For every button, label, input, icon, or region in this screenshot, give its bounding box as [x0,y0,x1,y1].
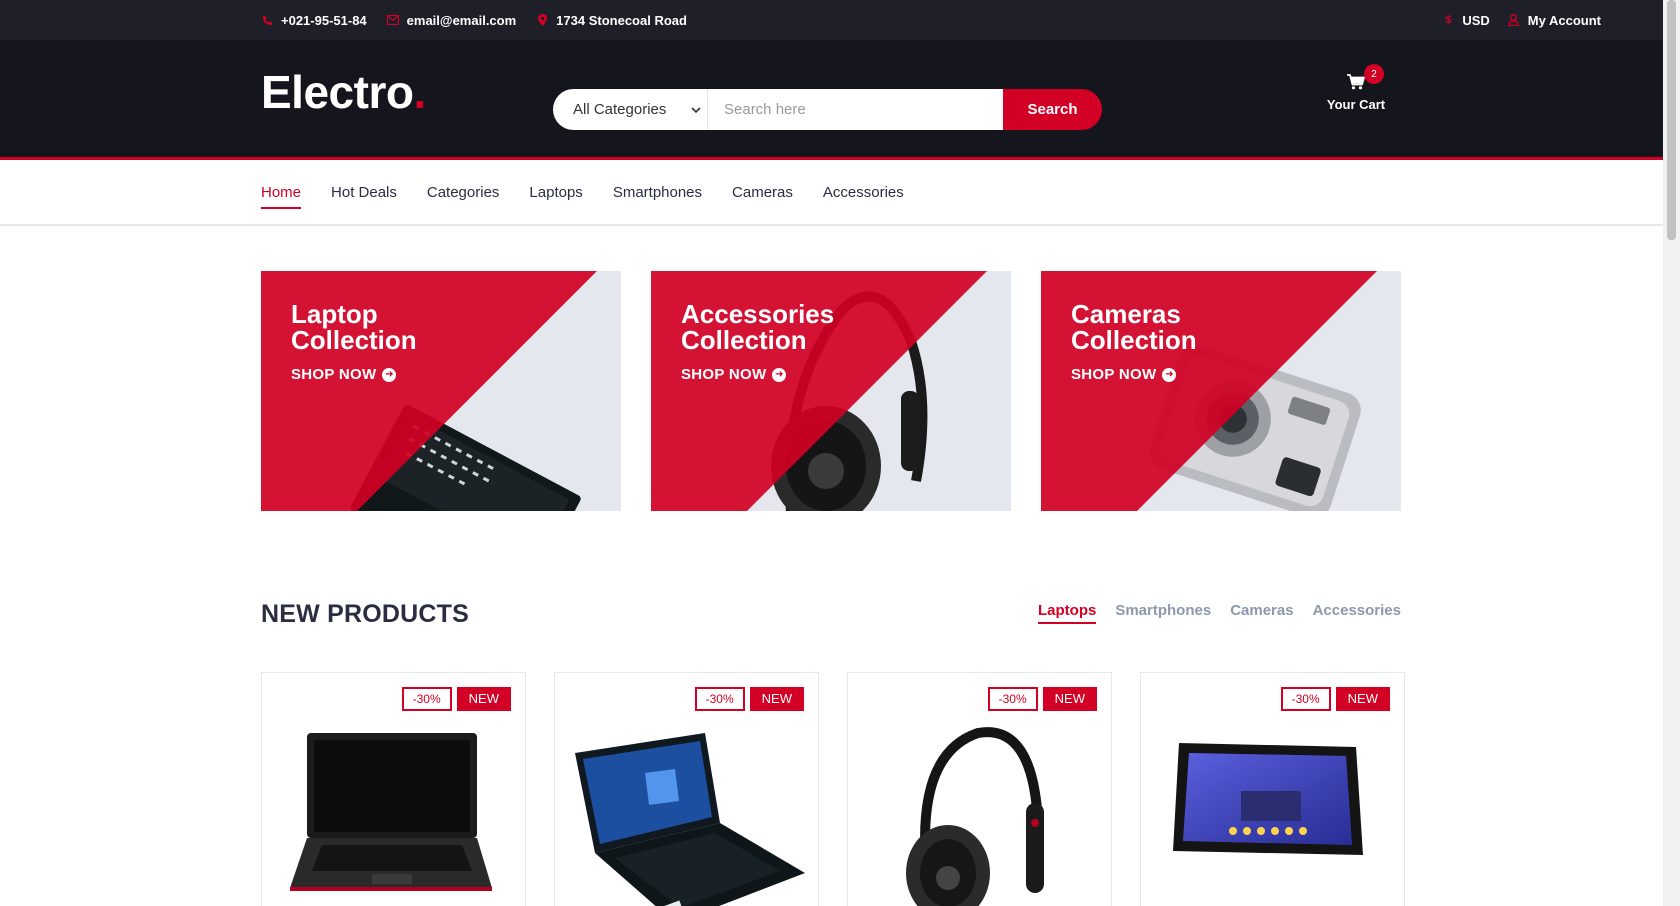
currency-link[interactable]: $ USD [1442,12,1490,28]
tab-smartphones[interactable]: Smartphones [1115,602,1211,619]
search-form: All Categories Search here Search [553,89,1102,130]
logo-text: Electro [261,66,414,118]
product-image-tablet [1173,743,1363,855]
product-badges: -30% NEW [401,687,511,711]
arrow-circle-right-icon: ➜ [1162,367,1177,382]
top-bar: +021-95-51-84 email@email.com 1734 Stone… [0,0,1663,40]
shop-now-link[interactable]: SHOP NOW ➜ [291,366,397,383]
new-badge: NEW [456,687,511,711]
product-image-laptop [290,733,492,891]
category-select[interactable]: All Categories [553,89,708,130]
phone-text: +021-95-51-84 [281,12,367,28]
arrow-circle-right-icon: ➜ [382,367,397,382]
collection-title-line2: Collection [681,325,807,355]
collection-title-line2: Collection [291,325,417,355]
main-header: Electro. All Categories Search here Sear… [0,40,1663,160]
main-nav: Home Hot Deals Categories Laptops Smartp… [0,160,1663,226]
category-select-value: All Categories [573,101,667,118]
product-card[interactable]: -30% NEW [847,672,1112,906]
map-marker-icon [536,14,548,26]
tab-accessories[interactable]: Accessories [1313,602,1401,619]
collection-title-line2: Collection [1071,325,1197,355]
user-icon [1508,14,1520,26]
nav-item-cameras[interactable]: Cameras [732,184,793,203]
search-input[interactable]: Search here [708,89,1003,130]
collections-row: Laptop Collection SHOP NOW ➜ Accessories Co… [261,271,1401,511]
logo[interactable]: Electro. [261,65,426,119]
product-badges: -30% NEW [1280,687,1390,711]
tab-laptops[interactable]: Laptops [1038,602,1097,624]
sale-badge: -30% [401,687,452,711]
cart-count-badge: 2 [1364,64,1384,84]
currency-text: USD [1462,12,1490,28]
cart-button[interactable]: Your Cart 2 [1320,64,1392,112]
nav-item-hot-deals[interactable]: Hot Deals [331,184,397,203]
shop-now-label: SHOP NOW [681,366,767,383]
new-badge: NEW [749,687,804,711]
new-badge: NEW [1335,687,1390,711]
email-link[interactable]: email@email.com [386,12,517,28]
cart-label: Your Cart [1326,97,1386,112]
address-link[interactable]: 1734 Stonecoal Road [536,13,687,28]
product-image-headphones [906,727,1044,906]
sale-badge: -30% [694,687,745,711]
page-scrollbar[interactable] [1663,0,1680,906]
phone-link[interactable]: +021-95-51-84 [261,13,367,28]
product-tabs: Laptops Smartphones Cameras Accessories [1038,602,1401,624]
product-badges: -30% NEW [987,687,1097,711]
sale-badge: -30% [987,687,1038,711]
product-grid: -30% NEW -30% NEW -30% NEW -30% NEW [261,672,1405,906]
search-placeholder: Search here [724,101,806,118]
product-card[interactable]: -30% NEW [554,672,819,906]
nav-item-categories[interactable]: Categories [427,184,500,203]
nav-item-home[interactable]: Home [261,184,302,209]
sale-badge: -30% [1280,687,1331,711]
my-account-text: My Account [1527,12,1601,28]
my-account-link[interactable]: My Account [1508,13,1601,28]
tab-cameras[interactable]: Cameras [1230,602,1293,619]
product-badges: -30% NEW [694,687,804,711]
arrow-circle-right-icon: ➜ [772,367,787,382]
envelope-icon [386,14,399,26]
nav-item-laptops[interactable]: Laptops [529,184,582,203]
product-card[interactable]: -30% NEW [261,672,526,906]
collection-laptop[interactable]: Laptop Collection SHOP NOW ➜ [261,271,621,511]
search-button[interactable]: Search [1003,89,1102,130]
product-image-laptop [575,733,805,906]
address-text: 1734 Stonecoal Road [556,12,687,28]
collection-title: Cameras Collection [1071,301,1197,353]
product-card[interactable]: -30% NEW [1140,672,1405,906]
section-title: NEW PRODUCTS [261,600,469,628]
collection-title: Laptop Collection [291,301,417,353]
chevron-down-icon [691,101,701,118]
collection-cameras[interactable]: Cameras Collection SHOP NOW ➜ [1041,271,1401,511]
email-text: email@email.com [406,12,517,28]
shop-now-label: SHOP NOW [1071,366,1157,383]
nav-item-smartphones[interactable]: Smartphones [613,184,702,203]
logo-dot: . [413,66,426,118]
collection-accessories[interactable]: Accessories Collection SHOP NOW ➜ [651,271,1011,511]
new-badge: NEW [1042,687,1097,711]
dollar-icon: $ [1445,14,1452,26]
collection-title: Accessories Collection [681,301,834,353]
shop-now-label: SHOP NOW [291,366,377,383]
shop-now-link[interactable]: SHOP NOW ➜ [1071,366,1177,383]
scrollbar-thumb[interactable] [1667,0,1676,240]
shop-now-link[interactable]: SHOP NOW ➜ [681,366,787,383]
phone-icon [261,14,273,26]
nav-item-accessories[interactable]: Accessories [823,184,904,203]
